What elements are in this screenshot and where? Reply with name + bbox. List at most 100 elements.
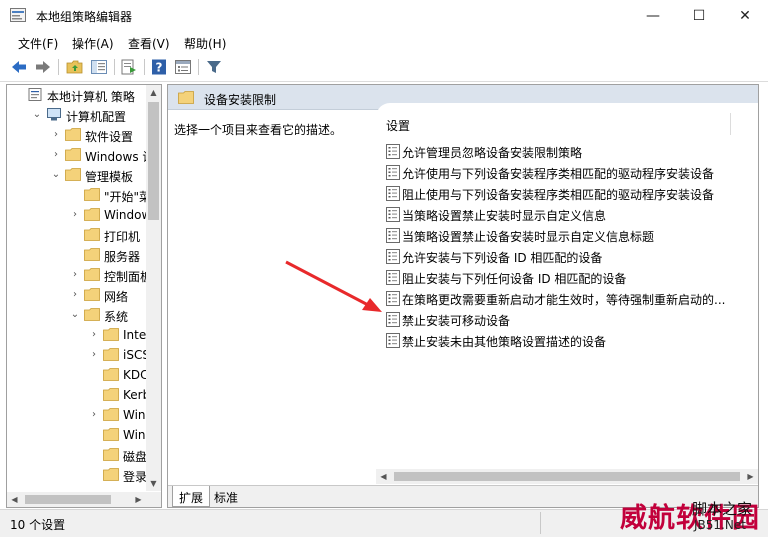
export-list-button[interactable] xyxy=(120,58,138,76)
policy-row[interactable]: 当策略设置禁止设备安装时显示自定义信息标题 xyxy=(384,225,756,246)
policy-row[interactable]: 当策略设置禁止安装时显示自定义信息 xyxy=(384,204,756,225)
tree-item[interactable]: 服务器 xyxy=(7,245,147,265)
tree-item[interactable]: 登录 xyxy=(7,465,147,485)
policy-row[interactable]: 允许使用与下列设备安装程序类相匹配的驱动程序安装设备 xyxy=(384,162,756,183)
tree-item[interactable]: › Windows 设置 xyxy=(7,145,147,165)
tree-vertical-scrollbar[interactable]: ▲ ▼ xyxy=(146,85,161,491)
scroll-thumb[interactable] xyxy=(25,495,111,504)
maximize-button[interactable]: ☐ xyxy=(676,0,722,31)
back-button[interactable] xyxy=(10,58,28,76)
tree-item[interactable]: ⌄ 系统 xyxy=(7,305,147,325)
filter-button[interactable] xyxy=(205,58,223,76)
tree-item-label: Kerberos xyxy=(123,388,147,402)
policy-row[interactable]: 阻止使用与下列设备安装程序类相匹配的驱动程序安装设备 xyxy=(384,183,756,204)
chevron-right-icon[interactable]: › xyxy=(89,409,99,421)
show-hide-tree-button[interactable] xyxy=(90,58,108,76)
tree-item[interactable]: ⌄ 计算机配置 xyxy=(7,105,147,125)
policy-setting-icon xyxy=(386,333,400,348)
chevron-right-icon[interactable]: › xyxy=(70,209,80,221)
menu-file[interactable]: 文件(F) xyxy=(18,35,58,52)
folder-icon xyxy=(84,228,100,241)
folder-icon xyxy=(65,168,81,181)
tree-item[interactable]: KDC xyxy=(7,365,147,385)
menu-help[interactable]: 帮助(H) xyxy=(184,35,226,52)
chevron-down-icon[interactable]: ⌄ xyxy=(70,309,80,321)
policy-row[interactable]: 禁止安装可移动设备 xyxy=(384,309,756,330)
tree-item[interactable]: › 网络 xyxy=(7,285,147,305)
chevron-right-icon[interactable]: › xyxy=(51,129,61,141)
toolbar-separator xyxy=(144,59,145,75)
tree-item[interactable]: › Windows xyxy=(7,205,147,225)
tree-pane[interactable]: 本地计算机 策略 ⌄ 计算机配置 › 软件设置 › Windows 设置 ⌄ 管理模板 "开始"菜… xyxy=(6,84,162,508)
computer-icon xyxy=(46,108,62,121)
folder-icon xyxy=(103,348,119,361)
tree-item-label: 打印机 xyxy=(104,230,141,244)
tree-item[interactable]: Windows xyxy=(7,425,147,445)
minimize-button[interactable]: — xyxy=(630,0,676,31)
policy-row[interactable]: 阻止安装与下列任何设备 ID 相匹配的设备 xyxy=(384,267,756,288)
toolbar-separator xyxy=(114,59,115,75)
tree-item-label: 服务器 xyxy=(104,250,141,264)
menu-action[interactable]: 操作(A) xyxy=(72,35,114,52)
column-header-setting[interactable]: 设置 xyxy=(386,117,410,134)
tab-extended[interactable]: 扩展 xyxy=(172,486,211,507)
policy-row[interactable]: 在策略更改需要重新启动才能生效时，等待强制重新启动的... xyxy=(384,288,756,309)
tree-item[interactable]: 磁盘配额 xyxy=(7,445,147,465)
policy-setting-icon xyxy=(386,228,400,243)
tree-item-label: 系统 xyxy=(104,310,129,324)
chevron-right-icon[interactable]: › xyxy=(70,289,80,301)
chevron-right-icon[interactable]: › xyxy=(89,349,99,361)
chevron-right-icon[interactable]: › xyxy=(51,149,61,161)
policy-row[interactable]: 禁止安装未由其他策略设置描述的设备 xyxy=(384,330,756,351)
tree-horizontal-scrollbar[interactable]: ◀ ▶ xyxy=(7,492,161,507)
folder-icon xyxy=(84,308,100,321)
properties-icon xyxy=(175,60,191,74)
tree-item[interactable]: 本地计算机 策略 xyxy=(7,85,147,105)
close-button[interactable]: ✕ xyxy=(722,0,768,31)
policy-label: 当策略设置禁止设备安装时显示自定义信息标题 xyxy=(402,230,655,244)
tree-item[interactable]: › Internet xyxy=(7,325,147,345)
scroll-down-arrow-icon[interactable]: ▼ xyxy=(146,476,161,491)
folder-icon xyxy=(103,428,119,441)
tree-item[interactable]: "开始"菜单 xyxy=(7,185,147,205)
forward-button[interactable] xyxy=(34,58,52,76)
list-horizontal-scrollbar[interactable]: ◀ ▶ xyxy=(376,469,758,484)
scroll-thumb[interactable] xyxy=(394,472,740,481)
scroll-right-arrow-icon[interactable]: ▶ xyxy=(131,492,146,507)
scroll-left-arrow-icon[interactable]: ◀ xyxy=(376,469,391,484)
tree-item[interactable]: › iSCSI xyxy=(7,345,147,365)
chevron-down-icon[interactable]: ⌄ xyxy=(32,109,42,121)
chevron-down-icon[interactable]: ⌄ xyxy=(51,169,61,181)
scroll-right-arrow-icon[interactable]: ▶ xyxy=(743,469,758,484)
help-button[interactable]: ? xyxy=(150,58,168,76)
scroll-left-arrow-icon[interactable]: ◀ xyxy=(7,492,22,507)
column-divider xyxy=(730,113,731,135)
settings-list: 设置 允许管理员忽略设备安装限制策略 允许使用与下列设备安装程序类相匹配的驱动程序… xyxy=(376,103,758,469)
tree-item-label: 磁盘配额 xyxy=(123,450,147,464)
watermark-sub: 脚本之家 xyxy=(692,500,753,518)
policy-setting-icon xyxy=(386,207,400,222)
tree-item[interactable]: ⌄ 管理模板 xyxy=(7,165,147,185)
properties-button[interactable] xyxy=(174,58,192,76)
folder-icon xyxy=(103,468,119,481)
chevron-right-icon[interactable]: › xyxy=(70,269,80,281)
chevron-right-icon[interactable]: › xyxy=(89,329,99,341)
tree-item[interactable]: 打印机 xyxy=(7,225,147,245)
policy-setting-icon xyxy=(386,186,400,201)
policy-row[interactable]: 允许安装与下列设备 ID 相匹配的设备 xyxy=(384,246,756,267)
menu-view[interactable]: 查看(V) xyxy=(128,35,170,52)
up-folder-button[interactable] xyxy=(66,58,84,76)
scroll-thumb[interactable] xyxy=(148,102,159,220)
help-icon: ? xyxy=(152,59,166,75)
policy-row[interactable]: 允许管理员忽略设备安装限制策略 xyxy=(384,141,756,162)
tree-item[interactable]: Kerberos xyxy=(7,385,147,405)
folder-icon xyxy=(103,408,119,421)
tree-item[interactable]: › 控制面板 xyxy=(7,265,147,285)
tree-item[interactable]: › Windows xyxy=(7,405,147,425)
scroll-up-arrow-icon[interactable]: ▲ xyxy=(146,85,161,100)
status-text: 10 个设置 xyxy=(10,518,66,532)
policy-label: 当策略设置禁止安装时显示自定义信息 xyxy=(402,209,607,223)
tree-item[interactable]: › 软件设置 xyxy=(7,125,147,145)
toolbar-separator xyxy=(58,59,59,75)
tab-standard[interactable]: 标准 xyxy=(208,486,244,507)
